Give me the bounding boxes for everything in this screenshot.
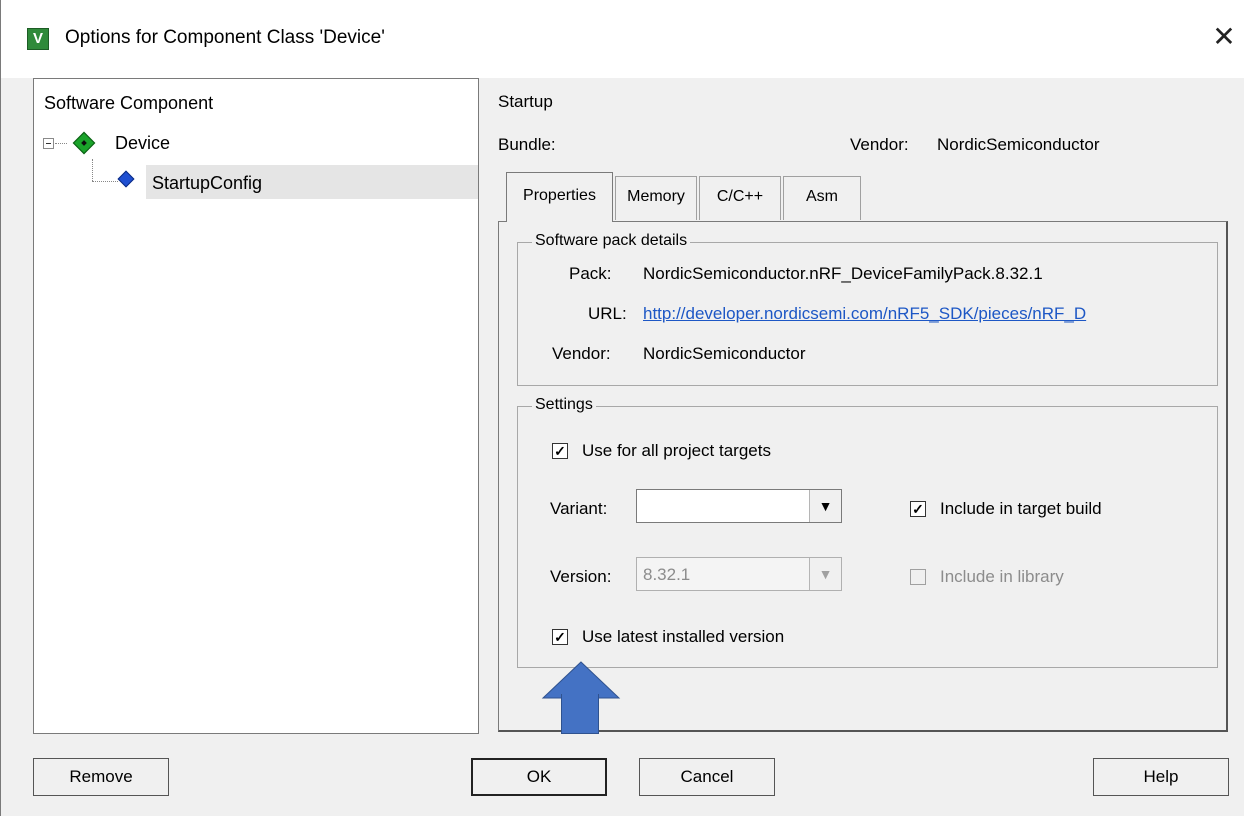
url-label: URL: — [588, 304, 627, 323]
pack-vendor-value: NordicSemiconductor — [643, 344, 806, 363]
tab-memory[interactable]: Memory — [615, 176, 697, 220]
pack-url-link[interactable]: http://developer.nordicsemi.com/nRF5_SDK… — [643, 304, 1178, 324]
pack-value: NordicSemiconductor.nRF_DeviceFamilyPack… — [643, 264, 1043, 283]
dialog-title: Options for Component Class 'Device' — [65, 27, 385, 48]
version-value: 8.32.1 — [643, 565, 691, 584]
remove-button[interactable]: Remove — [33, 758, 169, 796]
title-bar: V Options for Component Class 'Device' ✕ — [1, 0, 1244, 78]
tab-c-cpp[interactable]: C/C++ — [699, 176, 781, 220]
tree-connector — [92, 181, 118, 182]
tab-control: Properties Memory C/C++ Asm Software pac… — [498, 172, 1228, 732]
close-icon[interactable]: ✕ — [1209, 20, 1239, 54]
tree-connector — [92, 159, 93, 181]
bundle-label: Bundle: — [498, 135, 556, 154]
use-all-targets-checkbox[interactable]: ✓ — [552, 443, 568, 459]
use-all-targets-label: Use for all project targets — [582, 441, 771, 460]
component-class-icon — [72, 131, 96, 155]
use-latest-version-label: Use latest installed version — [582, 627, 785, 646]
settings-legend: Settings — [532, 396, 596, 414]
component-icon — [117, 170, 135, 188]
pack-details-legend: Software pack details — [532, 232, 691, 250]
tree-item-startupconfig[interactable]: StartupConfig — [152, 173, 262, 194]
version-label: Version: — [550, 567, 612, 586]
tree-item-device[interactable]: Device — [115, 133, 170, 154]
include-library-checkbox — [910, 569, 926, 585]
pack-vendor-label: Vendor: — [552, 344, 611, 363]
tree-header: Software Component — [44, 93, 214, 113]
tab-properties[interactable]: Properties — [506, 172, 613, 222]
variant-select[interactable]: ▼ — [636, 489, 842, 523]
vendor-label: Vendor: — [850, 135, 909, 154]
collapse-icon[interactable] — [43, 138, 54, 149]
annotation-arrow-shaft — [561, 694, 599, 734]
variant-label: Variant: — [550, 499, 608, 518]
software-component-tree: Software Component Device StartupConfig — [33, 78, 479, 734]
tab-asm[interactable]: Asm — [783, 176, 861, 220]
include-target-build-checkbox[interactable]: ✓ — [910, 501, 926, 517]
pack-label: Pack: — [569, 264, 612, 283]
include-library-label: Include in library — [940, 567, 1064, 586]
ok-button[interactable]: OK — [471, 758, 607, 796]
chevron-down-icon: ▼ — [809, 558, 841, 590]
component-name: Startup — [498, 92, 553, 111]
tree-connector — [55, 143, 67, 144]
help-button[interactable]: Help — [1093, 758, 1229, 796]
include-target-build-label: Include in target build — [940, 499, 1102, 518]
vendor-value: NordicSemiconductor — [937, 135, 1100, 154]
chevron-down-icon[interactable]: ▼ — [809, 490, 841, 522]
options-dialog: V Options for Component Class 'Device' ✕… — [0, 0, 1244, 816]
use-latest-version-checkbox[interactable]: ✓ — [552, 629, 568, 645]
pack-details-group: Software pack details Pack: NordicSemico… — [517, 232, 1218, 386]
app-logo-icon: V — [27, 28, 49, 50]
version-select: 8.32.1 ▼ — [636, 557, 842, 591]
properties-panel: Software pack details Pack: NordicSemico… — [498, 221, 1228, 732]
settings-group: Settings ✓ Use for all project targets V… — [517, 396, 1218, 668]
cancel-button[interactable]: Cancel — [639, 758, 775, 796]
